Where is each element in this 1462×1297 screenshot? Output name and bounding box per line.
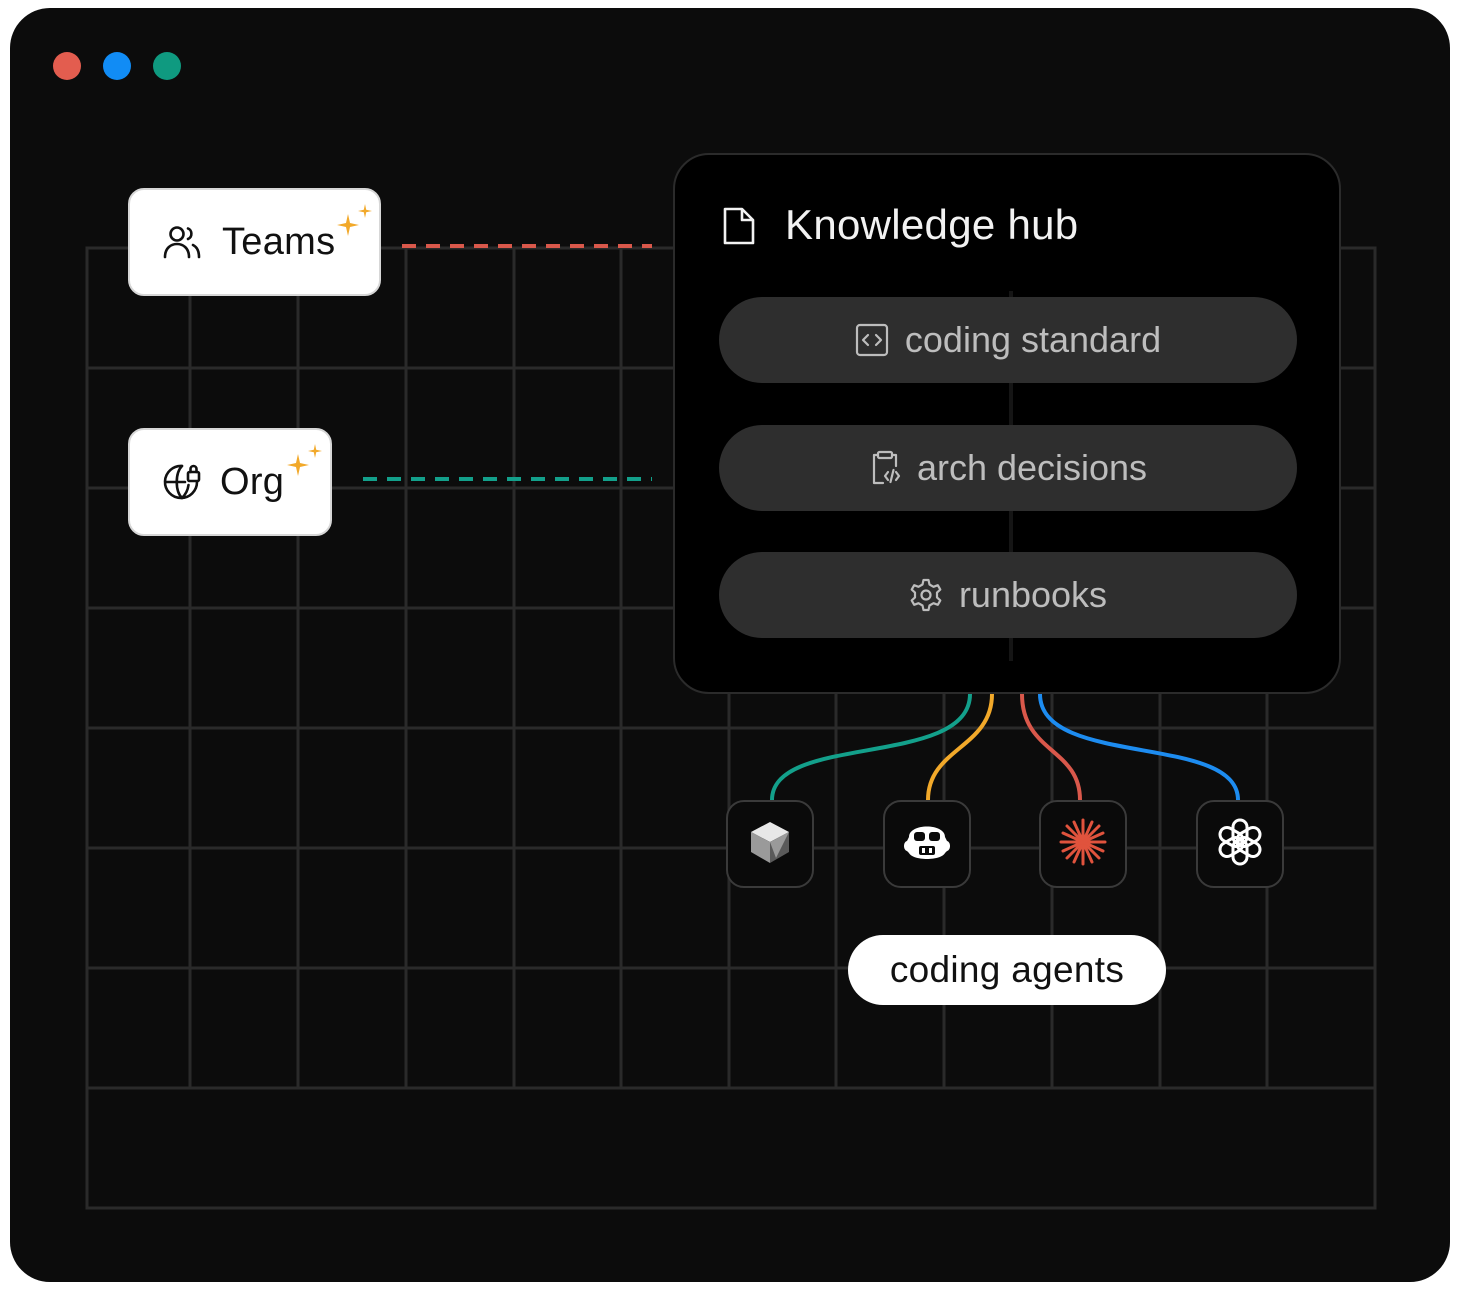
sparkle-icon	[334, 202, 374, 247]
hub-item-label: runbooks	[958, 574, 1108, 615]
agent-openai[interactable]	[1196, 800, 1284, 888]
sparkle-icon	[284, 442, 324, 487]
openai-knot-icon	[1214, 816, 1266, 873]
agent-robot[interactable]	[883, 800, 971, 888]
cube-icon	[746, 818, 794, 871]
starburst-icon	[1058, 817, 1108, 872]
teams-chip[interactable]: Teams	[128, 188, 381, 296]
app-window: Teams Org Knowledge hub coding standard …	[10, 8, 1450, 1282]
knowledge-hub-title: Knowledge hub	[785, 201, 1079, 248]
hub-item-arch-decisions[interactable]: arch decisions	[719, 425, 1297, 511]
teams-label: Teams	[222, 220, 336, 263]
agent-cube[interactable]	[726, 800, 814, 888]
coding-agents-label: coding agents	[848, 935, 1166, 1005]
knowledge-hub-panel: Knowledge hub coding standard arch decis…	[673, 153, 1341, 694]
hub-item-label: arch decisions	[916, 447, 1148, 488]
org-chip[interactable]: Org	[128, 428, 332, 536]
document-icon	[721, 205, 757, 252]
users-icon	[160, 220, 204, 264]
hub-item-coding-standard[interactable]: coding standard	[719, 297, 1297, 383]
globe-lock-icon	[160, 460, 204, 504]
agent-starburst[interactable]	[1039, 800, 1127, 888]
clipboard-code-icon	[869, 450, 901, 486]
robot-icon	[901, 819, 953, 870]
org-label: Org	[220, 460, 285, 503]
hub-item-runbooks[interactable]: runbooks	[719, 552, 1297, 638]
code-icon	[855, 323, 889, 357]
gear-icon	[909, 578, 943, 612]
hub-item-label: coding standard	[904, 319, 1162, 360]
